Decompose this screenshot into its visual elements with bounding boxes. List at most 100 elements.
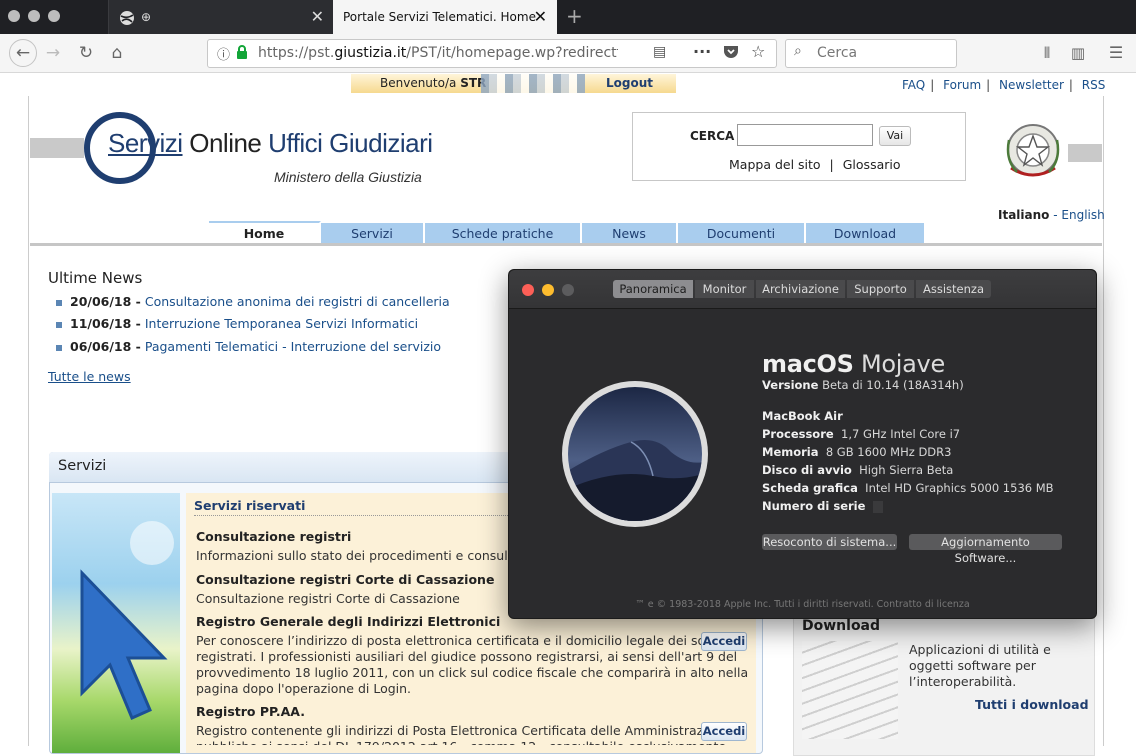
service-desc: Per conoscere l’indirizzo di posta elett… bbox=[196, 633, 749, 696]
news-heading: Ultime News bbox=[48, 269, 143, 287]
news-link[interactable]: Consultazione anonima dei registri di ca… bbox=[145, 294, 450, 309]
lang-english[interactable]: English bbox=[1061, 208, 1104, 222]
service-title: Registro Generale degli Indirizzi Elettr… bbox=[196, 614, 501, 629]
mac-model: MacBook Air bbox=[762, 409, 843, 423]
search-bar[interactable]: ⌕ Cerca bbox=[785, 39, 957, 68]
glossary-link[interactable]: Glossario bbox=[843, 157, 901, 172]
accedi-button[interactable]: Accedi bbox=[701, 722, 747, 741]
spec-serial: Numero di serie bbox=[762, 499, 883, 513]
reload-icon[interactable]: ↻ bbox=[75, 42, 97, 64]
spec-memory: Memoria 8 GB 1600 MHz DDR3 bbox=[762, 445, 952, 459]
tab-documenti[interactable]: Documenti bbox=[678, 223, 806, 244]
search-icon: ⌕ bbox=[794, 43, 802, 59]
tab-panoramica[interactable]: Panoramica bbox=[613, 280, 693, 298]
url-bar[interactable]: ⓘ https://pst.giustizia.it/PST/it/homepa… bbox=[207, 39, 777, 68]
spec-startup-disk: Disco di avvio High Sierra Beta bbox=[762, 463, 954, 477]
search-links: Mappa del sito | Glossario bbox=[729, 157, 901, 172]
download-panel: Download Applicazioni di utilità e ogget… bbox=[793, 614, 1095, 756]
mac-close-icon[interactable] bbox=[522, 284, 534, 296]
keyboard-image bbox=[802, 641, 898, 739]
url-text: https://pst.giustizia.it/PST/it/homepage… bbox=[258, 45, 618, 61]
site-search-input[interactable] bbox=[737, 124, 873, 146]
redacted-username bbox=[481, 74, 585, 93]
tab-download[interactable]: Download bbox=[806, 223, 926, 244]
sitemap-link[interactable]: Mappa del sito bbox=[729, 157, 821, 172]
site-subtitle: Ministero della Giustizia bbox=[274, 169, 422, 185]
services-heading: Servizi bbox=[58, 458, 107, 474]
tab-title: ⊕ bbox=[141, 10, 152, 24]
news-item: 11/06/18 - Interruzione Temporanea Servi… bbox=[56, 316, 418, 331]
more-icon[interactable]: ··· bbox=[693, 42, 711, 61]
top-links: FAQ | Forum | Newsletter | RSS bbox=[902, 78, 1106, 92]
browser-tab-active[interactable]: Portale Servizi Telematici. Home ✕ bbox=[333, 0, 557, 34]
browser-nav-bar: ← → ↻ ⌂ ⓘ https://pst.giustizia.it/PST/i… bbox=[0, 34, 1136, 73]
nav-underline bbox=[30, 243, 1102, 246]
service-title: Registro PP.AA. bbox=[196, 704, 305, 719]
news-item: 06/06/18 - Pagamenti Telematici - Interr… bbox=[56, 339, 441, 354]
tab-supporto[interactable]: Supporto bbox=[847, 280, 914, 298]
search-go-button[interactable]: Vai bbox=[879, 126, 911, 146]
lock-icon bbox=[236, 45, 248, 63]
browser-tab[interactable]: ⊕ ✕ bbox=[108, 0, 334, 34]
tab-archiviazione[interactable]: Archiviazione bbox=[756, 280, 845, 298]
os-name: macOS Mojave bbox=[762, 350, 945, 378]
mac-window-titlebar: Panoramica Monitor Archiviazione Support… bbox=[509, 270, 1096, 309]
site-title[interactable]: Servizi Online Uffici Giudiziari bbox=[108, 128, 433, 159]
download-heading: Download bbox=[802, 618, 881, 634]
service-desc: Registro contenente gli indirizzi di Pos… bbox=[196, 723, 726, 745]
news-link[interactable]: Pagamenti Telematici - Interruzione del … bbox=[145, 339, 441, 354]
about-this-mac-window: Panoramica Monitor Archiviazione Support… bbox=[508, 269, 1097, 619]
reader-icon[interactable]: ▤ bbox=[653, 44, 666, 60]
software-update-button[interactable]: Aggiornamento Software... bbox=[909, 534, 1062, 565]
sidebar-icon[interactable]: ▥ bbox=[1067, 42, 1089, 64]
forum-link[interactable]: Forum bbox=[943, 78, 981, 92]
pocket-icon[interactable] bbox=[723, 44, 739, 62]
language-switch: Italiano - English bbox=[998, 208, 1105, 222]
tab-news[interactable]: News bbox=[582, 223, 678, 244]
tab-servizi[interactable]: Servizi bbox=[321, 223, 425, 244]
mac-zoom-icon bbox=[562, 284, 574, 296]
tab-close-icon[interactable]: ✕ bbox=[311, 0, 324, 34]
service-title: Consultazione registri Corte di Cassazio… bbox=[196, 572, 495, 587]
home-icon[interactable]: ⌂ bbox=[106, 42, 128, 64]
tab-favicon-icon bbox=[119, 0, 135, 34]
news-link[interactable]: Interruzione Temporanea Servizi Informat… bbox=[145, 316, 418, 331]
tab-assistenza[interactable]: Assistenza bbox=[916, 280, 991, 298]
service-title: Consultazione registri bbox=[196, 529, 352, 544]
lang-italiano[interactable]: Italiano bbox=[998, 208, 1049, 222]
services-cursor-illustration bbox=[52, 493, 180, 753]
spec-processor: Processore 1,7 GHz Intel Core i7 bbox=[762, 427, 961, 441]
bookmark-star-icon[interactable]: ☆ bbox=[751, 42, 765, 61]
menu-icon[interactable]: ☰ bbox=[1105, 42, 1127, 64]
info-icon[interactable]: ⓘ bbox=[217, 44, 230, 63]
header-right-band bbox=[1068, 144, 1102, 162]
tab-close-icon[interactable]: ✕ bbox=[534, 0, 547, 34]
news-item: 20/06/18 - Consultazione anonima dei reg… bbox=[56, 294, 450, 309]
tab-monitor[interactable]: Monitor bbox=[695, 280, 754, 298]
mojave-logo-icon bbox=[561, 380, 709, 528]
window-close-dot[interactable] bbox=[8, 10, 20, 22]
rss-link[interactable]: RSS bbox=[1082, 78, 1106, 92]
faq-link[interactable]: FAQ bbox=[902, 78, 925, 92]
republic-emblem-icon bbox=[1003, 120, 1063, 186]
accedi-button[interactable]: Accedi bbox=[701, 632, 747, 651]
spec-graphics: Scheda grafica Intel HD Graphics 5000 15… bbox=[762, 481, 1054, 495]
welcome-bar: Benvenuto/a STR Logout bbox=[351, 74, 676, 93]
all-news-link[interactable]: Tutte le news bbox=[48, 369, 131, 384]
system-report-button[interactable]: Resoconto di sistema... bbox=[762, 534, 897, 550]
tab-schede-pratiche[interactable]: Schede pratiche bbox=[425, 223, 582, 244]
mac-minimize-icon[interactable] bbox=[542, 284, 554, 296]
library-icon[interactable]: ⫴ bbox=[1036, 42, 1058, 64]
search-placeholder: Cerca bbox=[817, 45, 858, 61]
all-downloads-link[interactable]: Tutti i download bbox=[975, 697, 1089, 712]
site-search-box: CERCA Vai Mappa del sito | Glossario bbox=[632, 112, 966, 181]
window-zoom-dot[interactable] bbox=[48, 10, 60, 22]
download-desc: Applicazioni di utilità e oggetti softwa… bbox=[909, 642, 1051, 689]
back-icon[interactable]: ← bbox=[9, 39, 37, 67]
new-tab-button[interactable]: + bbox=[566, 4, 583, 28]
window-minimize-dot[interactable] bbox=[28, 10, 40, 22]
tab-title: Portale Servizi Telematici. Home bbox=[343, 10, 536, 24]
logout-link[interactable]: Logout bbox=[606, 74, 653, 93]
forward-icon[interactable]: → bbox=[42, 42, 64, 64]
newsletter-link[interactable]: Newsletter bbox=[999, 78, 1064, 92]
